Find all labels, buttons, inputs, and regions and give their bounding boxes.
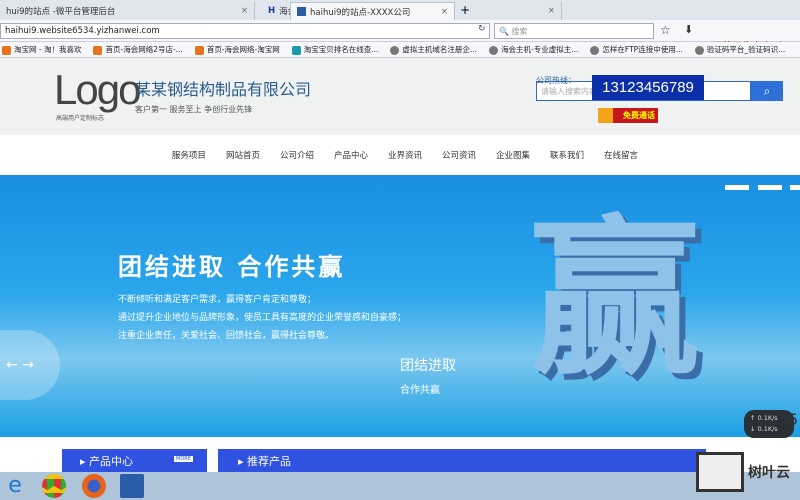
search-icon: ⌕ — [763, 84, 771, 98]
slider-dot[interactable] — [725, 185, 749, 190]
banner-headline: 团结进取 合作共赢 — [118, 253, 346, 281]
section-title: 推荐产品 — [247, 455, 292, 468]
reload-icon[interactable]: ↻ — [478, 24, 486, 34]
slider-dot[interactable] — [790, 185, 800, 190]
bookmark-icon — [291, 45, 301, 55]
browser-tab-bar: hui9的站点 -微平台管理后台× H海会网络× haihui9的站点-XXXX… — [0, 0, 800, 20]
banner-line: 不断倾听和满足客户需求，赢得客户肯定和尊敬； — [118, 295, 317, 305]
banner-line: 注重企业责任，关爱社会、回馈社会，赢得社会尊敬。 — [118, 331, 335, 341]
tab-favicon-icon: H — [268, 6, 276, 16]
arrow-right-icon[interactable]: → — [22, 357, 34, 373]
word-icon[interactable] — [120, 474, 144, 498]
tab-favicon-icon — [297, 7, 306, 16]
bookmark[interactable]: 怎样在FTP连接中使用... — [590, 44, 683, 55]
bookmark[interactable]: 首页-海会网络2号店-... — [93, 44, 183, 55]
search-button[interactable]: ⌕ — [751, 81, 783, 101]
hero-banner: 赢 团结进取 合作共赢 不断倾听和满足客户需求，赢得客户肯定和尊敬； 通过提升企… — [0, 175, 800, 437]
bookmark-icon — [93, 45, 103, 55]
address-bar-row: haihui9.website6534.yizhanwei.com ↻ 🔍 搜索… — [0, 20, 800, 53]
bookmark-icon — [194, 45, 204, 55]
free-call-label: 免费通话 — [623, 111, 655, 120]
company-name: 某某钢结构制品有限公司 — [135, 80, 312, 99]
bookmark[interactable]: 虚拟主机域名注册企... — [390, 44, 477, 55]
url-input[interactable]: haihui9.website6534.yizhanwei.com — [0, 23, 490, 39]
nav-item[interactable]: 在线留言 — [594, 135, 648, 175]
bookmark[interactable]: 淘宝网 - 淘！我喜欢 — [2, 44, 81, 55]
phone-number: 13123456789 — [592, 75, 704, 100]
bookmark[interactable]: 淘宝宝贝排名在线查... — [291, 44, 378, 55]
logo-subtitle: 高端用户定制标志 — [56, 115, 105, 122]
nav-item[interactable]: 企业图集 — [486, 135, 540, 175]
browser-search-input[interactable]: 🔍 搜索 — [494, 23, 654, 39]
upload-speed: 0.1K/s — [757, 414, 778, 422]
bookmarks-bar: 淘宝网 - 淘！我喜欢 首页-海会网络2号店-... 首页-海会网络-淘宝网 淘… — [0, 42, 800, 58]
watermark-logo-icon — [696, 452, 744, 492]
nav-item[interactable]: 服务项目 — [162, 135, 216, 175]
globe-icon — [694, 45, 704, 55]
bookmark[interactable]: 首页-海会网络-淘宝网 — [194, 44, 280, 55]
nav-item[interactable]: 公司介绍 — [270, 135, 324, 175]
tab-active[interactable]: haihui9的站点-XXXX公司 × — [290, 2, 455, 20]
bookmark[interactable]: 海会主机-专业虚拟主... — [489, 44, 578, 55]
arrow-left-icon[interactable]: ← — [6, 357, 18, 373]
more-link[interactable]: MORE — [174, 456, 193, 462]
globe-icon — [390, 45, 400, 55]
globe-icon — [489, 45, 499, 55]
tab[interactable]: hui9的站点 -微平台管理后台 × — [0, 2, 255, 20]
tab-title: hui9的站点 -微平台管理后台 — [6, 7, 116, 17]
ie-icon[interactable]: e — [3, 474, 27, 498]
bookmark[interactable]: 验证码平台_验证码识... — [694, 44, 785, 55]
hotline-label: 公司热线： — [536, 76, 576, 85]
site-header: Logo 高端用户定制标志 某某钢结构制品有限公司 客户第一 服务至上 争创行业… — [0, 58, 800, 135]
chrome-icon[interactable] — [42, 474, 66, 498]
close-icon[interactable]: × — [548, 6, 555, 16]
nav-item[interactable]: 联系我们 — [540, 135, 594, 175]
section-header-recommended: ▸ 推荐产品 — [218, 449, 476, 472]
slider-dot[interactable] — [758, 185, 782, 190]
bookmark-icon — [2, 45, 11, 55]
bookmark-star-icon[interactable]: ☆ — [660, 23, 671, 37]
nav-item[interactable]: 网站首页 — [216, 135, 270, 175]
nav-item[interactable]: 公司资讯 — [432, 135, 486, 175]
speed-badge: 5 — [788, 410, 799, 429]
section-title: 产品中心 — [89, 455, 134, 468]
banner-subtitle: 团结进取 — [400, 358, 456, 374]
banner-line: 通过提升企业地位与品牌形象，使员工具有高度的企业荣誉感和自豪感； — [118, 313, 407, 323]
new-tab-button[interactable]: + — [460, 3, 470, 17]
firefox-icon[interactable] — [82, 474, 106, 498]
download-speed: 0.1K/s — [757, 425, 778, 433]
network-speed-widget: ↑ 0.1K/s ↓ 0.1K/s — [744, 410, 794, 438]
smiley-icon — [598, 108, 613, 123]
slider-arrows[interactable]: ← → — [0, 330, 60, 400]
nav-item[interactable]: 产品中心 — [324, 135, 378, 175]
main-nav: 服务项目 网站首页 公司介绍 产品中心 业界资讯 公司资讯 企业图集 联系我们 … — [0, 135, 800, 175]
watermark-text: 树叶云 — [748, 465, 790, 481]
close-icon[interactable]: × — [241, 6, 248, 16]
banner-graphic: 赢 — [530, 201, 701, 399]
slogan: 客户第一 服务至上 争创行业先锋 — [135, 105, 253, 114]
logo[interactable]: Logo — [54, 66, 141, 114]
close-icon[interactable]: × — [441, 7, 448, 17]
download-icon[interactable]: ⬇ — [684, 23, 693, 36]
tab-title: haihui9的站点-XXXX公司 — [310, 7, 411, 18]
search-placeholder: 搜索 — [511, 27, 528, 36]
section-header-fill — [476, 449, 706, 472]
globe-icon — [590, 45, 600, 55]
free-call-button[interactable]: 免费通话 — [598, 108, 658, 123]
banner-subtitle-2: 合作共赢 — [400, 385, 440, 396]
nav-item[interactable]: 业界资讯 — [378, 135, 432, 175]
